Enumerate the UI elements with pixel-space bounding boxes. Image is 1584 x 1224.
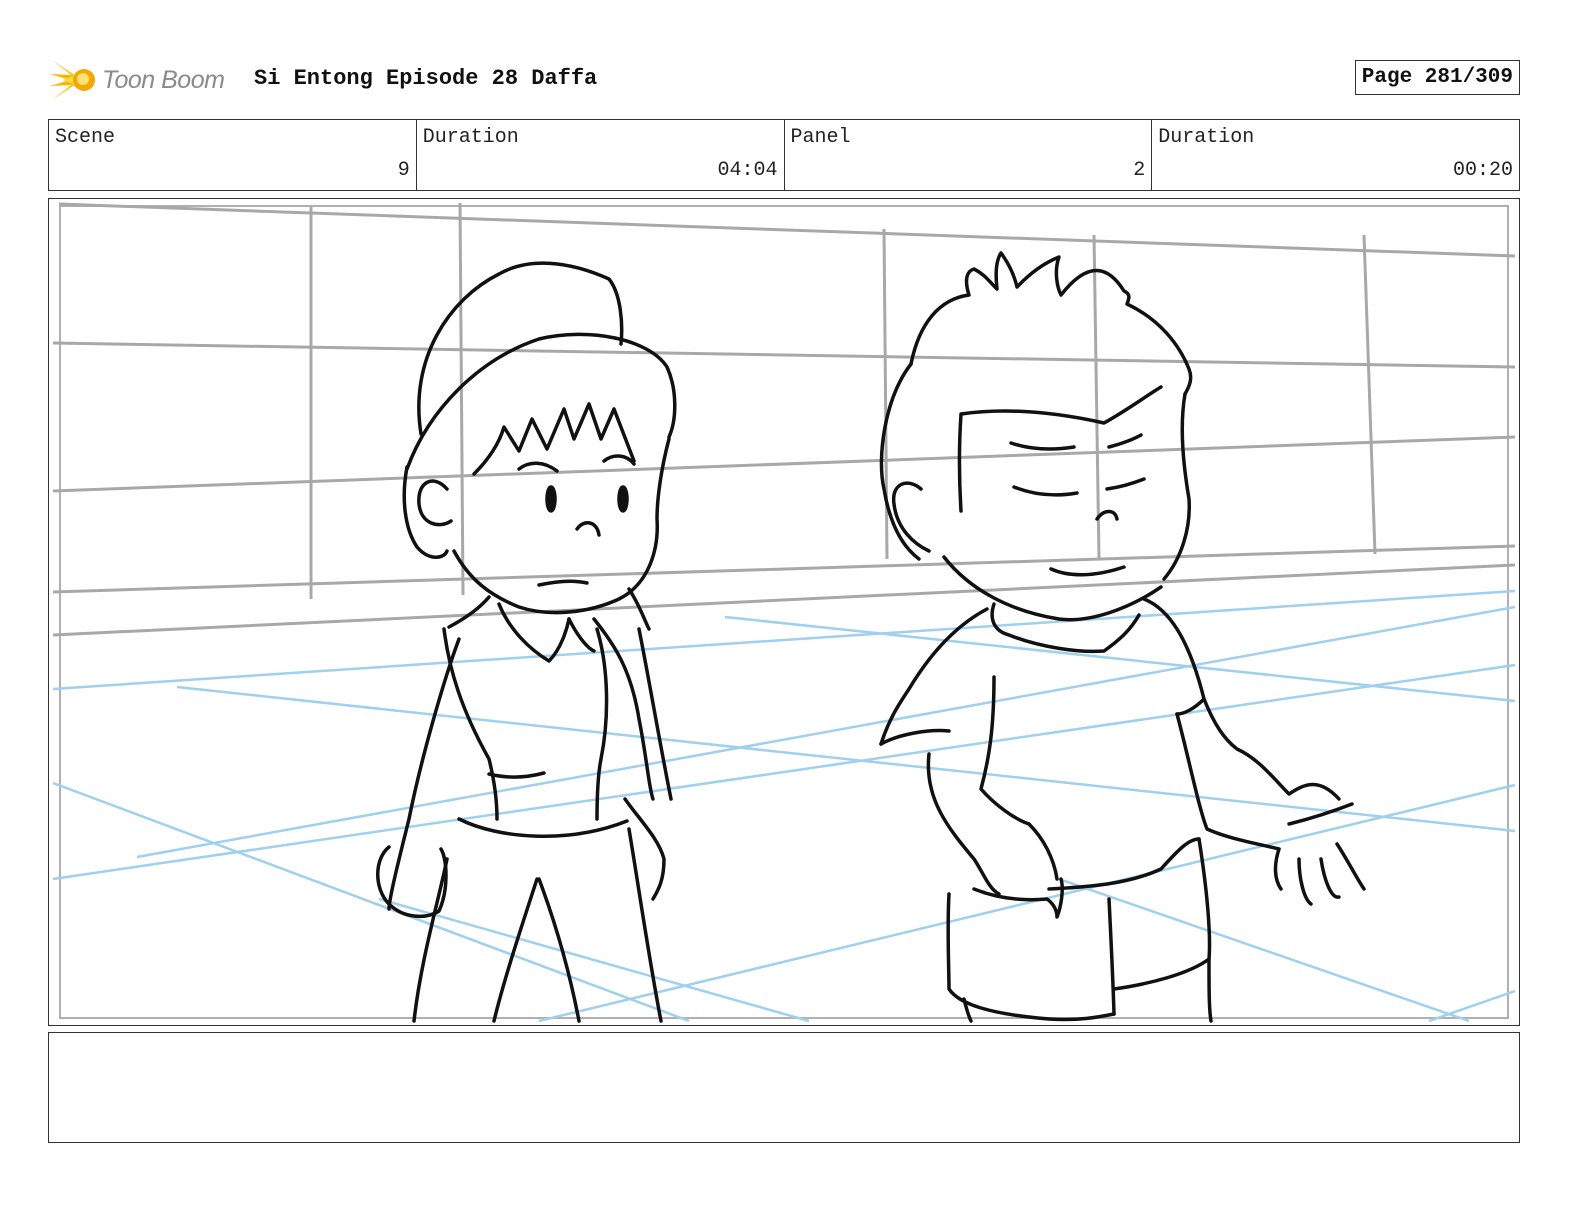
page-header: Toon Boom Si Entong Episode 28 Daffa Pag… <box>48 52 1520 108</box>
storyboard-panel <box>48 198 1520 1026</box>
wall-grid <box>52 202 1516 637</box>
scene-duration-value: 04:04 <box>717 159 778 182</box>
scene-duration-label: Duration <box>422 126 519 149</box>
panel-duration-value: 00:20 <box>1452 159 1513 182</box>
starburst-icon <box>50 60 95 100</box>
scene-label: Scene <box>55 126 116 149</box>
scene-info-table: Scene 9 Duration 04:04 Panel 2 Duration … <box>48 119 1520 191</box>
logo-text: Toon Boom <box>102 65 225 94</box>
scene-value: 9 <box>397 159 410 182</box>
character-left <box>376 261 677 1023</box>
scene-cell: Scene 9 <box>49 120 417 190</box>
project-title: Si Entong Episode 28 Daffa <box>254 66 598 91</box>
page-number-box: Page 281/309 <box>1354 60 1520 95</box>
panel-cell: Panel 2 <box>785 120 1153 190</box>
panel-sketch <box>52 202 1516 1023</box>
floor-guides <box>52 589 1516 1023</box>
panel-duration-label: Duration <box>1158 126 1255 149</box>
panel-label: Panel <box>790 126 851 149</box>
panel-duration-cell: Duration 00:20 <box>1152 120 1519 190</box>
character-right <box>879 251 1366 1023</box>
scene-duration-cell: Duration 04:04 <box>417 120 785 190</box>
toon-boom-logo: Toon Boom <box>48 52 238 108</box>
safe-frame <box>59 205 1509 1019</box>
panel-notes-box <box>48 1032 1520 1143</box>
panel-value: 2 <box>1133 159 1146 182</box>
